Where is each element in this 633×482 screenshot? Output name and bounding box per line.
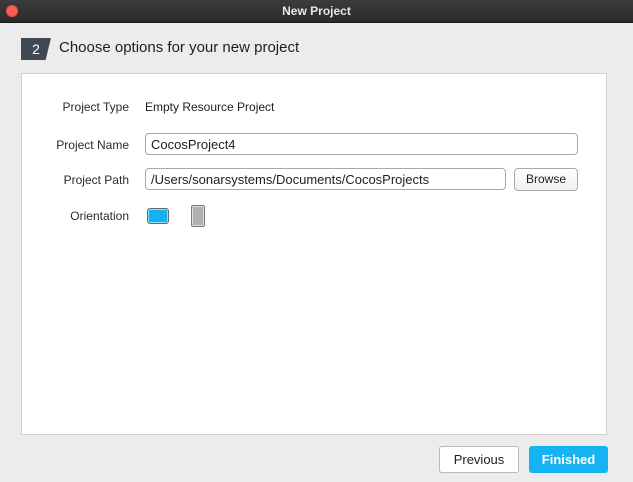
options-panel: Project Type Empty Resource Project Proj…: [21, 73, 607, 435]
step-number-badge: 2: [21, 38, 51, 60]
previous-button[interactable]: Previous: [439, 446, 519, 473]
project-name-label: Project Name: [56, 138, 129, 152]
project-path-input[interactable]: /Users/sonarsystems/Documents/CocosProje…: [145, 168, 506, 190]
browse-button[interactable]: Browse: [514, 168, 578, 191]
project-type-label: Project Type: [62, 100, 129, 114]
landscape-orientation-icon[interactable]: [147, 208, 169, 224]
project-type-value: Empty Resource Project: [145, 100, 275, 114]
title-bar: New Project: [0, 0, 633, 23]
project-path-label: Project Path: [63, 173, 129, 187]
orientation-label: Orientation: [70, 209, 129, 223]
finished-button[interactable]: Finished: [529, 446, 608, 473]
portrait-orientation-icon[interactable]: [191, 205, 205, 227]
window-title: New Project: [282, 4, 351, 18]
project-name-input[interactable]: CocosProject4: [145, 133, 578, 155]
step-title: Choose options for your new project: [59, 39, 300, 56]
